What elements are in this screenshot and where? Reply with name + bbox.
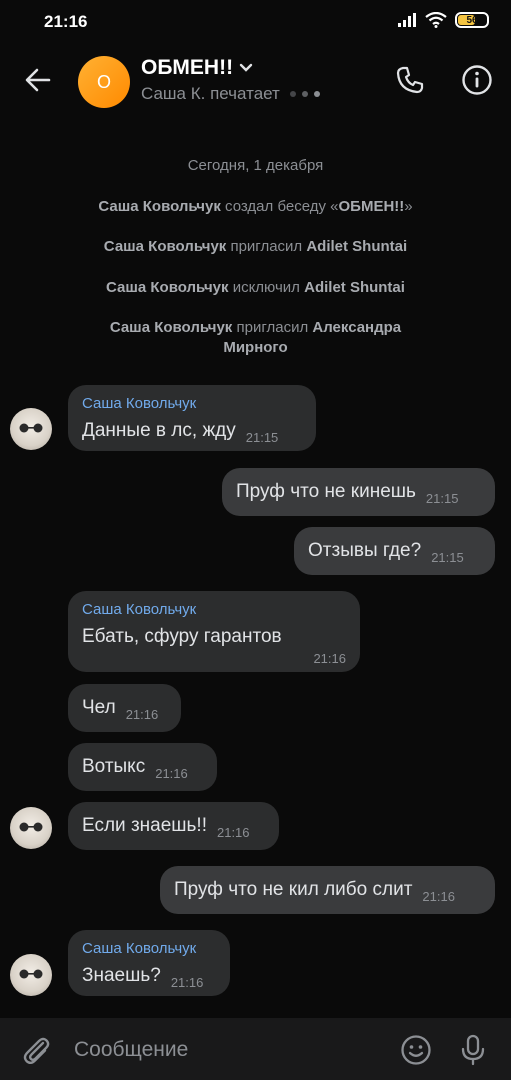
- phone-icon: [396, 66, 424, 94]
- service-message: Саша Ковольчук пригласил Adilet Shuntai: [103, 238, 408, 255]
- message-bubble-incoming[interactable]: Саша Ковольчук Знаешь? 21:16: [68, 930, 230, 996]
- avatar-image: [19, 423, 43, 433]
- service-actor[interactable]: Саша Ковольчук: [110, 319, 233, 336]
- message-bubble-incoming[interactable]: Вотыкс 21:16: [68, 743, 217, 791]
- service-message: Саша Ковольчук пригласил Александра Мирн…: [109, 319, 402, 356]
- call-button[interactable]: [390, 60, 430, 100]
- message-bubble-incoming[interactable]: Если знаешь!! 21:16: [68, 802, 279, 850]
- message-text: Отзывы где?: [308, 540, 422, 561]
- chat-title-text: ОБМЕН!!: [141, 56, 234, 79]
- wifi-icon: [425, 12, 447, 28]
- message-text: Знаешь?: [82, 965, 161, 986]
- date-separator: Сегодня, 1 декабря: [187, 157, 324, 174]
- message-bubble-incoming[interactable]: Саша Ковольчук Ебать, сфуру гарантов 21:…: [68, 591, 360, 672]
- service-actor[interactable]: Саша Ковольчук: [106, 279, 229, 296]
- message-sender[interactable]: Саша Ковольчук: [82, 395, 302, 413]
- sender-avatar[interactable]: [10, 954, 52, 996]
- message-composer: [0, 1018, 511, 1080]
- chat-header: О ОБМЕН!! Саша К. печатает: [0, 44, 511, 118]
- service-actor[interactable]: Саша Ковольчук: [104, 238, 227, 255]
- battery-level: 56: [466, 14, 478, 26]
- message-time: 21:16: [125, 707, 159, 722]
- message-time: 21:16: [313, 651, 346, 666]
- avatar-image: [19, 969, 43, 979]
- message-text: Ебать, сфуру гарантов: [82, 626, 282, 647]
- chat-subtitle: Саша К. печатает: [141, 84, 320, 104]
- chat-avatar-letter: О: [96, 71, 111, 92]
- service-actor[interactable]: Саша Ковольчук: [98, 198, 221, 215]
- message-bubble-incoming[interactable]: Чел 21:16: [68, 684, 181, 732]
- paperclip-icon: [23, 1037, 50, 1065]
- service-message: Саша Ковольчук создал беседу «ОБМЕН!!»: [98, 198, 413, 215]
- message-time: 21:16: [422, 889, 455, 904]
- chat-title: ОБМЕН!!: [141, 56, 320, 80]
- status-bar: 21:16 56: [0, 0, 511, 44]
- emoji-icon: [401, 1035, 431, 1065]
- service-target[interactable]: Adilet Shuntai: [304, 279, 405, 296]
- message-bubble-outgoing[interactable]: Пруф что не кинешь 21:15: [222, 468, 495, 516]
- battery-icon: 56: [455, 12, 489, 28]
- message-text: Если знаешь!!: [82, 815, 207, 836]
- voice-message-button[interactable]: [453, 1030, 493, 1070]
- message-text: Данные в лс, жду: [82, 420, 236, 441]
- avatar-image: [19, 822, 43, 832]
- status-icons: 56: [397, 12, 489, 28]
- message-time: 21:15: [245, 430, 279, 445]
- message-text: Чел: [82, 697, 116, 718]
- chat-title-area[interactable]: ОБМЕН!! Саша К. печатает: [141, 56, 320, 104]
- back-arrow-icon: [25, 68, 51, 92]
- typing-dots-icon: [289, 91, 320, 97]
- message-time: 21:16: [170, 975, 204, 990]
- emoji-button[interactable]: [396, 1030, 436, 1070]
- message-time: 21:15: [425, 491, 459, 506]
- message-sender[interactable]: Саша Ковольчук: [82, 601, 346, 619]
- typing-status: Саша К. печатает: [141, 84, 280, 103]
- message-time: 21:16: [216, 825, 250, 840]
- chevron-down-icon: [239, 63, 253, 72]
- message-bubble-outgoing[interactable]: Пруф что не кил либо слит 21:16: [160, 866, 495, 914]
- back-button[interactable]: [18, 60, 58, 100]
- message-text: Пруф что не кинешь: [236, 481, 416, 502]
- message-text: Вотыкс: [82, 756, 146, 777]
- chat-avatar[interactable]: О: [78, 56, 130, 108]
- service-message: Саша Ковольчук исключил Adilet Shuntai: [106, 279, 405, 296]
- message-time: 21:16: [155, 766, 188, 781]
- message-bubble-incoming[interactable]: Саша Ковольчук Данные в лс, жду 21:15: [68, 385, 316, 451]
- attach-button[interactable]: [16, 1030, 56, 1070]
- message-bubble-outgoing[interactable]: Отзывы где? 21:15: [294, 527, 495, 575]
- microphone-icon: [461, 1034, 485, 1066]
- message-text: Пруф что не кил либо слит: [174, 879, 413, 900]
- sender-avatar[interactable]: [10, 807, 52, 849]
- signal-icon: [398, 13, 416, 27]
- message-time: 21:15: [431, 550, 464, 565]
- sender-avatar[interactable]: [10, 408, 52, 450]
- service-target[interactable]: Adilet Shuntai: [306, 238, 407, 255]
- status-time: 21:16: [44, 12, 88, 31]
- message-sender[interactable]: Саша Ковольчук: [82, 940, 216, 958]
- message-input[interactable]: [74, 1036, 374, 1064]
- info-icon: [462, 65, 492, 95]
- info-button[interactable]: [457, 60, 497, 100]
